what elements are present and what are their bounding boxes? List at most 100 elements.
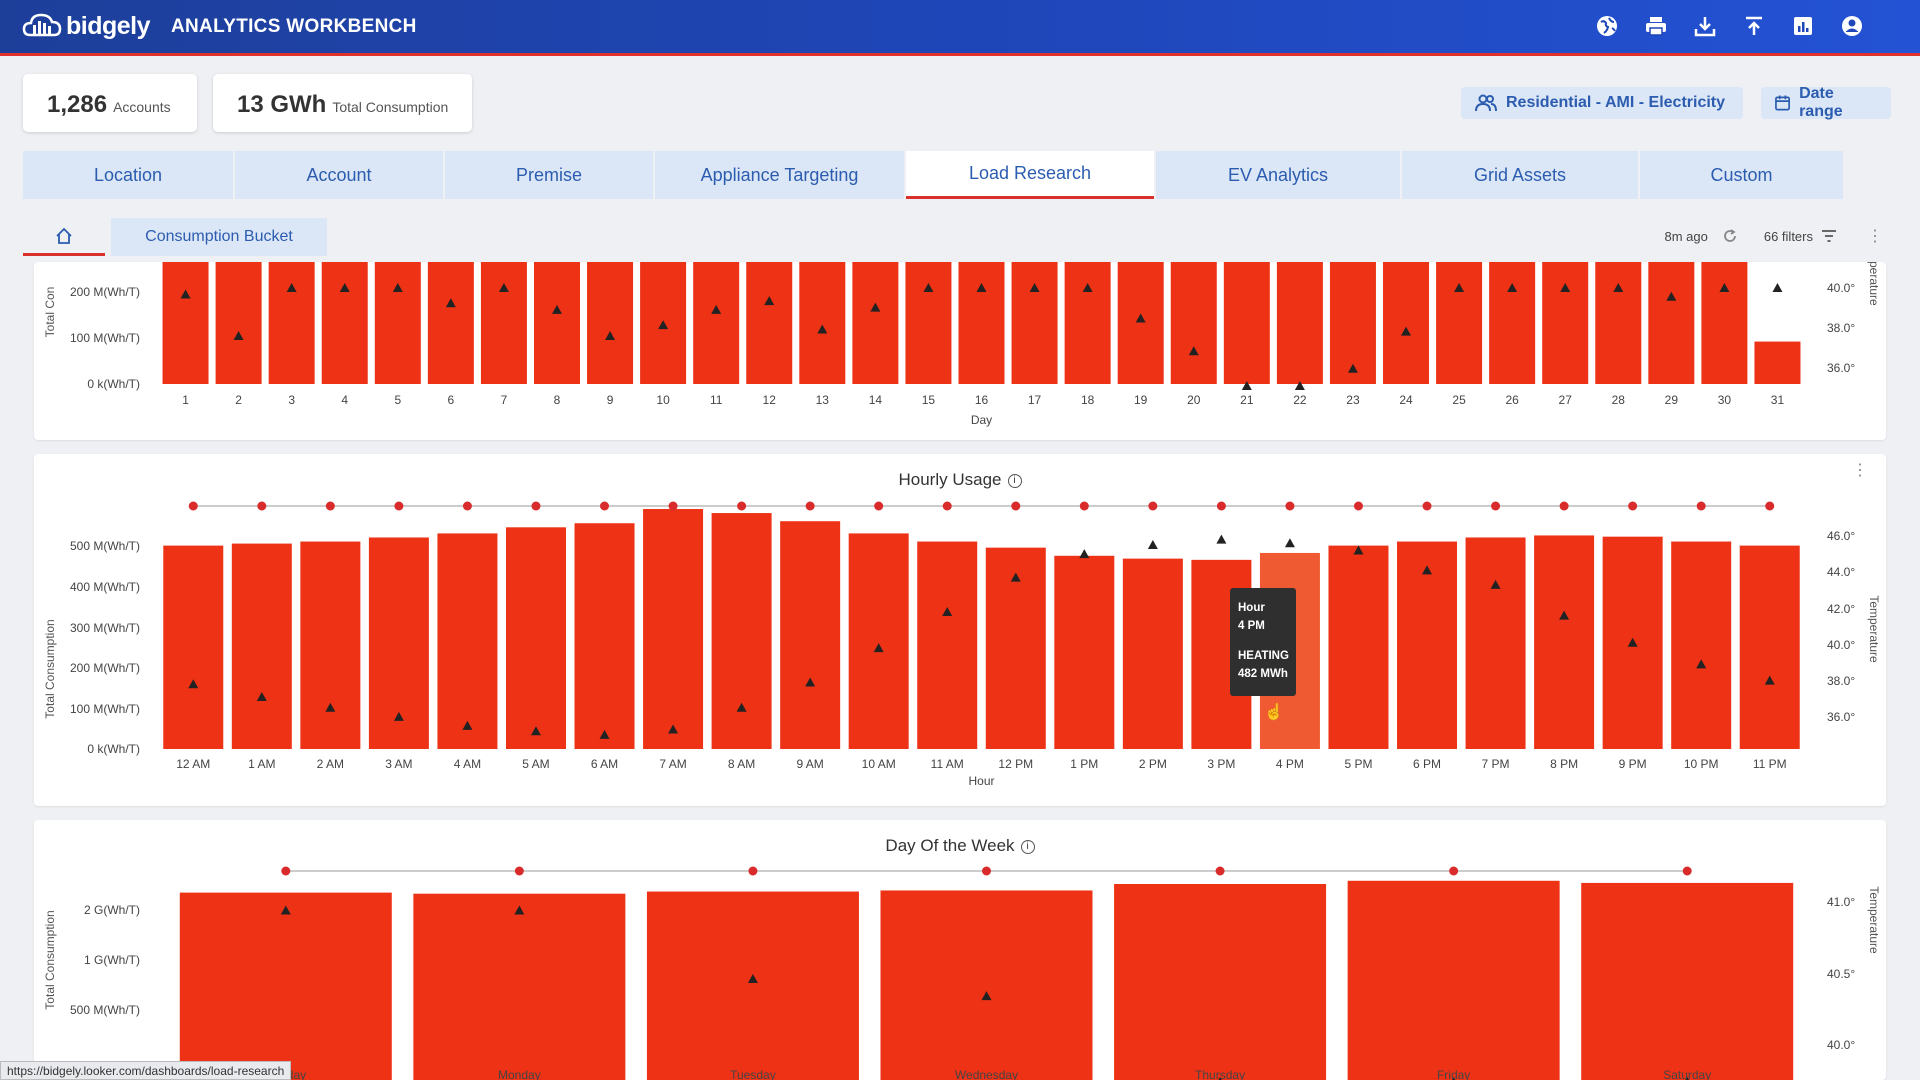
upload-icon[interactable] [1742, 14, 1766, 38]
bar [1701, 262, 1748, 384]
tab-appliance-targeting[interactable]: Appliance Targeting [655, 151, 904, 199]
x-axis-tick-label: 11 PM [1753, 757, 1787, 771]
y-axis-tick-label: 200 M(Wh/T) [70, 661, 140, 675]
y2-axis-tick-label: 41.0° [1827, 895, 1855, 909]
report-icon[interactable] [1791, 14, 1815, 38]
x-axis-tick-label: 4 [341, 393, 348, 407]
bar [1542, 262, 1589, 384]
tab-custom[interactable]: Custom [1640, 151, 1843, 199]
series-point [394, 501, 404, 511]
date-range-label: Date range [1799, 85, 1843, 120]
refresh-icon[interactable] [1722, 228, 1738, 244]
tooltip-value-hour: 4 PM [1238, 620, 1265, 632]
info-icon[interactable]: i [1020, 839, 1035, 854]
temperature-marker [1079, 549, 1090, 559]
bar [958, 262, 1005, 384]
x-axis-tick-label: 11 [710, 393, 723, 407]
x-axis-tick-label: 17 [1028, 393, 1042, 407]
hourly-usage-panel: Hourly Usage i ⋮ 0 k(Wh/T) 100 M(Wh/T) 200 … [34, 454, 1886, 806]
x-axis-tick-label: 15 [922, 393, 936, 407]
globe-icon[interactable] [1595, 14, 1619, 38]
hourly-usage-title-text: Hourly Usage [898, 470, 1002, 489]
more-options-icon[interactable]: ⋮ [1867, 226, 1883, 246]
tab-account[interactable]: Account [235, 151, 443, 199]
x-axis-tick-label: 5 PM [1344, 757, 1372, 771]
bar [1064, 262, 1111, 384]
x-axis-tick-label: 2 [235, 393, 242, 407]
tab-load-research[interactable]: Load Research [906, 151, 1154, 199]
x-axis-tick-label: 10 AM [862, 757, 896, 771]
x-axis-tick-label: 12 AM [176, 757, 210, 771]
status-bar-url: https://bidgely.looker.com/dashboards/lo… [0, 1061, 292, 1080]
x-axis-tick-label: 3 [288, 393, 295, 407]
bar [300, 541, 361, 749]
filters-count[interactable]: 66 filters [1764, 229, 1813, 244]
info-icon[interactable]: i [1007, 473, 1022, 488]
bar [1383, 262, 1430, 384]
y-axis-tick-label: 0 k(Wh/T) [87, 377, 140, 391]
day-of-week-panel: Day Of the Weeki 0 k(Wh/T)500 M(Wh/T)1 G… [34, 820, 1886, 1080]
series-point [1353, 501, 1363, 511]
x-axis-tick-label: 8 PM [1550, 757, 1578, 771]
bar [533, 262, 580, 384]
tab-ev-analytics[interactable]: EV Analytics [1156, 151, 1400, 199]
day-of-week-title: Day Of the Week i [34, 836, 1886, 856]
kpi-accounts: 1,286 Accounts [23, 74, 197, 132]
x-axis-tick-label: 9 [607, 393, 614, 407]
x-axis-tick-label: 5 AM [522, 757, 549, 771]
date-range-button[interactable]: Date range [1761, 85, 1891, 120]
bar [848, 533, 909, 749]
x-axis-tick-label: 1 AM [248, 757, 275, 771]
series-point [1559, 501, 1569, 511]
x-axis-tick-label: 6 [448, 393, 455, 407]
bar [905, 262, 952, 384]
bar [587, 262, 634, 384]
bar [179, 892, 392, 1080]
tab-consumption-bucket[interactable]: Consumption Bucket [111, 218, 327, 256]
y-axis-tick-label: 400 M(Wh/T) [70, 580, 140, 594]
series-point [748, 866, 758, 876]
tab-grid-assets[interactable]: Grid Assets [1402, 151, 1638, 199]
day-of-week-title-text: Day Of the Week [885, 836, 1015, 855]
y-axis-tick-label: 1 G(Wh/T) [84, 953, 140, 967]
bar [413, 893, 626, 1080]
bidgely-logo[interactable]: bidgely [22, 11, 151, 41]
bar [917, 541, 978, 749]
x-axis-tick-label: 3 AM [385, 757, 412, 771]
series-point [1628, 501, 1638, 511]
segment-filter-button[interactable]: Residential - AMI - Electricity [1461, 87, 1743, 119]
daily-usage-panel: 0 k(Wh/T) 100 M(Wh/T) 200 M(Wh/T) 36.0° 38.0… [34, 262, 1886, 440]
last-updated-text: 8m ago [1664, 228, 1708, 244]
bar [1754, 341, 1801, 384]
series-point [188, 501, 198, 511]
tab-premise[interactable]: Premise [445, 151, 653, 199]
bar [693, 262, 740, 384]
filter-icon[interactable] [1821, 229, 1837, 243]
account-icon[interactable] [1840, 14, 1864, 38]
panel-menu-icon[interactable]: ⋮ [1852, 463, 1868, 479]
series-point [1491, 501, 1501, 511]
y-axis-title: Total Consumption [43, 910, 57, 1009]
download-icon[interactable] [1693, 14, 1717, 38]
bar [1648, 262, 1695, 384]
x-axis-tick-label: 1 [182, 393, 189, 407]
x-axis-tick-label: 19 [1134, 393, 1148, 407]
home-tab[interactable] [23, 218, 105, 256]
series-point [531, 501, 541, 511]
x-axis-tick-label: 16 [975, 393, 989, 407]
y2-axis-tick-label: 46.0° [1827, 529, 1855, 543]
x-axis-title: Day [971, 413, 992, 427]
bar [1739, 545, 1800, 749]
bar [1671, 541, 1732, 749]
sub-navigation-bar: Consumption Bucket 8m ago 66 filters ⋮ [23, 216, 1883, 256]
print-icon[interactable] [1644, 14, 1668, 38]
bar [1122, 558, 1183, 749]
x-axis-tick-label: 11 AM [931, 757, 964, 771]
x-axis-tick-label: 10 [656, 393, 670, 407]
home-icon [56, 227, 72, 244]
bar [1054, 555, 1115, 749]
series-point [257, 501, 267, 511]
series-point [942, 501, 952, 511]
tab-location[interactable]: Location [23, 151, 233, 199]
x-axis-tick-label: 1 PM [1070, 757, 1098, 771]
